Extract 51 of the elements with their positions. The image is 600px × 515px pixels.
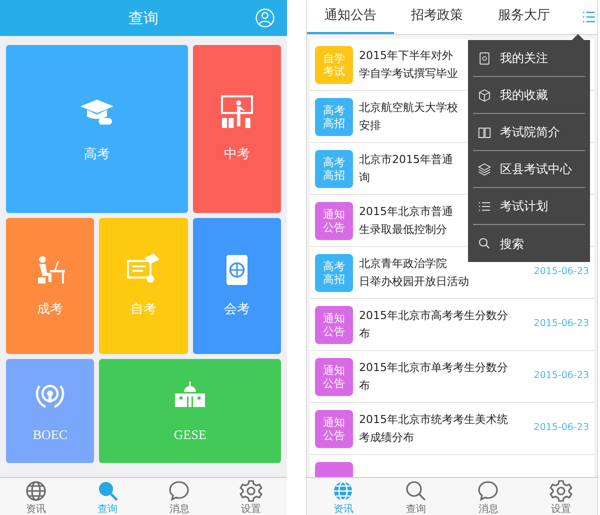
menu-item[interactable]: 考试计划 <box>473 188 585 225</box>
news-date: 2015-06-23 <box>534 317 589 332</box>
category-tag: 通知公告 <box>315 358 353 396</box>
layers-icon <box>477 162 492 176</box>
news-title: 2015年北京市普通 生录取最低控制分 <box>359 204 453 238</box>
category-tag: 高考高招 <box>315 98 353 136</box>
menu-icon[interactable] <box>581 9 598 25</box>
tab-bar-item[interactable]: 查询 <box>380 478 452 515</box>
news-title: 北京青年政治学院 日举办校园开放日活动 <box>359 256 469 290</box>
search-icon <box>404 478 428 502</box>
list-item[interactable]: 通知公告 2015年北京市单考考生分数分 布 2015-06-23 <box>310 351 594 403</box>
category-tag: 通知公告 <box>315 410 353 448</box>
news-title: 北京市2015年普通 询 <box>359 152 453 186</box>
chat-bubble-icon <box>167 478 192 502</box>
gear-icon <box>548 478 573 502</box>
list-item[interactable]: 通知公告 2015年北京市统考考生美术统 考成绩分布 2015-06-23 <box>310 403 594 455</box>
user-icon[interactable] <box>255 8 275 28</box>
tab-bar-item[interactable]: 设置 <box>215 478 287 515</box>
tab-bar-item[interactable]: 设置 <box>524 478 597 515</box>
menu-item[interactable]: 考试院简介 <box>473 114 585 151</box>
chat-bubble-icon <box>476 478 500 502</box>
search-icon <box>477 236 492 251</box>
category-tag: 自学考试 <box>315 46 353 84</box>
category-tab[interactable]: 服务大厅 <box>480 0 568 34</box>
book-icon <box>477 124 492 140</box>
list-item[interactable]: 通知公告 2015年北京市高考考生分数分 布 2015-06-23 <box>310 299 594 351</box>
news-date: 2015-06-23 <box>534 369 589 384</box>
box-icon <box>477 88 492 102</box>
id-card-icon <box>477 50 492 66</box>
tab-bar-item[interactable]: 消息 <box>144 478 216 515</box>
menu-item[interactable]: 我的关注 <box>473 40 585 77</box>
globe-icon <box>24 478 48 502</box>
category-tab[interactable]: 招考政策 <box>394 0 480 34</box>
news-title: 2015年北京市统考考生美术统 考成绩分布 <box>359 412 508 446</box>
screen-title: 查询 <box>128 8 158 29</box>
category-tab[interactable]: 通知公告 <box>307 0 394 34</box>
category-tag: 通知公告 <box>315 306 353 344</box>
category-tag: 高考高招 <box>315 254 353 292</box>
news-date: 2015-06-23 <box>534 265 589 280</box>
news-title: 2015年北京市单考考生分数分 布 <box>359 360 508 394</box>
menu-item[interactable]: 区县考试中心 <box>473 151 585 188</box>
news-title: 2015年下半年对外 学自学考试撰写毕业 <box>359 48 458 82</box>
tab-bar-item[interactable]: 消息 <box>452 478 524 515</box>
news-title: 北京航空航天大学校 安排 <box>359 100 458 134</box>
news-title: 2015年北京市高考考生分数分 布 <box>359 308 508 342</box>
category-tag: 通知公告 <box>315 202 353 240</box>
tab-bar-item[interactable]: 资讯 <box>0 478 72 515</box>
gear-icon <box>239 478 264 502</box>
menu-item[interactable]: 我的收藏 <box>473 77 585 114</box>
category-tag: 高考高招 <box>315 150 353 188</box>
news-date: 2015-06-23 <box>534 421 589 436</box>
